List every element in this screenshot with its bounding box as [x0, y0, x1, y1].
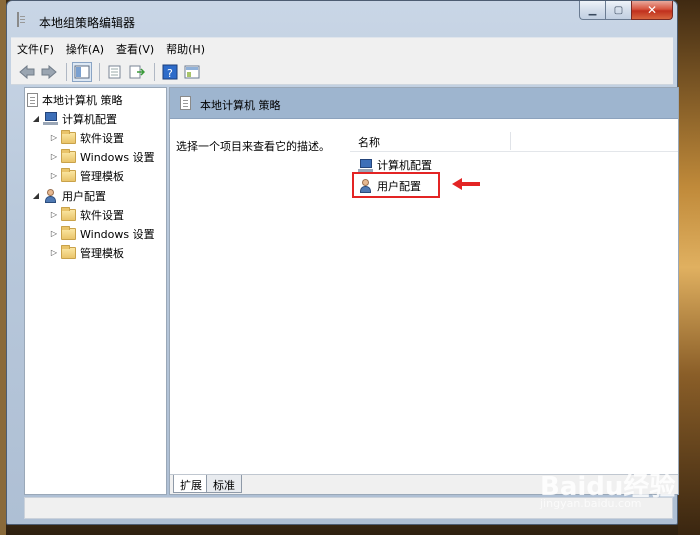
folder-icon [61, 225, 76, 240]
column-header[interactable]: 名称 [350, 130, 678, 152]
tree-item-label: 管理模板 [80, 246, 124, 260]
tree-item-label: Windows 设置 [80, 150, 155, 164]
folder-icon [61, 148, 76, 163]
column-name-header[interactable]: 名称 [358, 134, 380, 150]
window-controls: ▁ ▢ ✕ [579, 1, 673, 21]
tree-item-label: 软件设置 [80, 131, 124, 145]
tree-item-user-config[interactable]: ◢ 用户配置 [31, 186, 106, 205]
results-header: 本地计算机 策略 [170, 88, 678, 119]
policy-doc-icon [180, 96, 191, 110]
title-bar[interactable]: 本地组策略编辑器 ▁ ▢ ✕ [7, 1, 677, 35]
tree-item-label: 用户配置 [62, 189, 106, 203]
baidu-watermark-url: jingyan.baidu.com [540, 497, 642, 510]
tree-item-user-windows-settings[interactable]: ▷ Windows 设置 [49, 224, 155, 243]
console-view-icon[interactable] [182, 62, 202, 82]
expanded-triangle-icon[interactable]: ◢ [31, 191, 41, 200]
tree-item-admin-templates[interactable]: ▷ 管理模板 [49, 166, 124, 185]
close-button[interactable]: ✕ [631, 1, 673, 20]
policy-doc-icon [27, 92, 38, 107]
folder-icon [61, 206, 76, 221]
back-arrow-icon[interactable] [17, 62, 37, 82]
minimize-button[interactable]: ▁ [579, 1, 605, 20]
folder-icon [61, 167, 76, 182]
toolbar-separator [154, 62, 155, 81]
red-arrow-icon [452, 178, 480, 190]
red-highlight-box [352, 172, 440, 198]
tree-item-label: 软件设置 [80, 208, 124, 222]
tree-item-label: 本地计算机 策略 [42, 93, 123, 107]
tab-extended[interactable]: 扩展 [173, 475, 209, 493]
tree-item-software-settings[interactable]: ▷ 软件设置 [49, 128, 124, 147]
user-icon [43, 188, 58, 203]
menu-file[interactable]: 文件(F) [17, 41, 54, 57]
gpedit-window: 本地组策略编辑器 ▁ ▢ ✕ 文件(F) 操作(A) 查看(V) 帮助(H) ?… [6, 0, 679, 525]
show-hide-tree-icon[interactable] [72, 61, 92, 82]
menu-bar: 文件(F) 操作(A) 查看(V) 帮助(H) [11, 37, 673, 59]
menu-help[interactable]: 帮助(H) [166, 41, 205, 57]
svg-text:?: ? [167, 67, 173, 80]
properties-icon[interactable] [105, 62, 125, 82]
maximize-button[interactable]: ▢ [605, 1, 631, 20]
expanded-triangle-icon[interactable]: ◢ [31, 114, 41, 123]
export-list-icon[interactable] [127, 62, 147, 82]
folder-icon [61, 244, 76, 259]
tree-item-computer-config[interactable]: ◢ 计算机配置 [31, 109, 117, 128]
help-icon[interactable]: ? [160, 62, 180, 82]
collapsed-triangle-icon[interactable]: ▷ [49, 229, 59, 238]
menu-action[interactable]: 操作(A) [66, 41, 104, 57]
collapsed-triangle-icon[interactable]: ▷ [49, 133, 59, 142]
tree-item-label: 计算机配置 [62, 112, 117, 126]
computer-icon [358, 158, 373, 172]
toolbar: ? [11, 59, 673, 85]
results-pane: 本地计算机 策略 选择一个项目来查看它的描述。 名称 计算机配置 用户配置 扩展… [169, 87, 679, 495]
tab-standard[interactable]: 标准 [206, 475, 242, 493]
collapsed-triangle-icon[interactable]: ▷ [49, 248, 59, 257]
description-text: 选择一个项目来查看它的描述。 [176, 140, 330, 153]
column-divider[interactable] [510, 132, 511, 150]
window-title: 本地组策略编辑器 [39, 16, 136, 30]
collapsed-triangle-icon[interactable]: ▷ [49, 171, 59, 180]
desktop-background-right [678, 0, 700, 535]
collapsed-triangle-icon[interactable]: ▷ [49, 210, 59, 219]
tree-item-user-admin-templates[interactable]: ▷ 管理模板 [49, 243, 124, 262]
list-item-label: 计算机配置 [377, 159, 432, 172]
tree-item-label: Windows 设置 [80, 227, 155, 241]
results-title: 本地计算机 策略 [200, 99, 281, 112]
console-tree: 本地计算机 策略 ◢ 计算机配置 ▷ 软件设置 ▷ Windows 设置 ▷ 管… [24, 87, 167, 495]
folder-icon [61, 129, 76, 144]
toolbar-separator [99, 62, 100, 81]
collapsed-triangle-icon[interactable]: ▷ [49, 152, 59, 161]
policy-doc-icon [17, 12, 19, 27]
menu-view[interactable]: 查看(V) [116, 41, 154, 57]
tree-item-windows-settings[interactable]: ▷ Windows 设置 [49, 147, 155, 166]
toolbar-separator [66, 62, 67, 81]
forward-arrow-icon[interactable] [39, 62, 59, 82]
tree-item-label: 管理模板 [80, 169, 124, 183]
computer-icon [43, 112, 58, 125]
tree-item-user-software-settings[interactable]: ▷ 软件设置 [49, 205, 124, 224]
tree-item-root[interactable]: 本地计算机 策略 [27, 90, 123, 109]
